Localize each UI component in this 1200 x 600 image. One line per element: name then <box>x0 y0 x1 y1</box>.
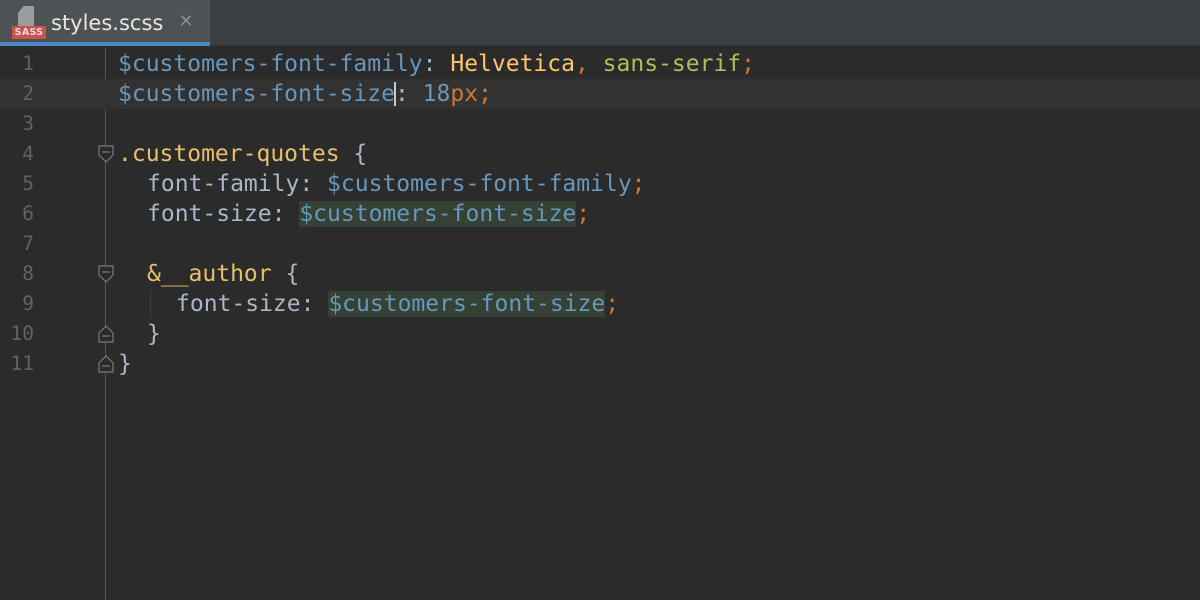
code-line[interactable]: 11} <box>0 349 1200 379</box>
line-number: 3 <box>22 112 34 135</box>
code-token: ; <box>741 51 756 77</box>
code-token: &__author <box>147 261 272 287</box>
line-number: 1 <box>22 52 34 75</box>
line-number: 2 <box>22 82 34 105</box>
code-line[interactable]: 8 &__author { <box>0 259 1200 289</box>
fold-end-icon[interactable] <box>97 324 115 344</box>
code-token: } <box>147 321 161 347</box>
indent-guide <box>150 289 151 319</box>
code-token: : <box>299 171 328 197</box>
line-code: &__author { <box>147 259 299 289</box>
code-token: font-size <box>176 291 301 317</box>
active-tab-indicator <box>0 42 210 46</box>
fold-end-icon[interactable] <box>97 354 115 374</box>
line-number: 7 <box>22 232 34 255</box>
code-token: { <box>339 141 368 167</box>
code-line[interactable]: 6 font-size: $customers-font-size; <box>0 199 1200 229</box>
line-code: } <box>147 319 161 349</box>
code-line[interactable]: 1 $customers-font-family: Helvetica, sans… <box>0 49 1200 79</box>
code-token: $customers-font-family <box>118 51 423 77</box>
line-number: 11 <box>10 352 34 375</box>
code-token: px <box>450 81 479 107</box>
code-token: $customers-font-size <box>299 201 577 227</box>
code-line[interactable]: 4 .customer-quotes { <box>0 139 1200 169</box>
code-token: 18 <box>422 81 451 107</box>
code-line[interactable]: 10} <box>0 319 1200 349</box>
code-token: sans-serif <box>602 51 742 77</box>
code-token: font-size <box>147 201 272 227</box>
code-token: ; <box>576 201 591 227</box>
code-line[interactable]: 7 <box>0 229 1200 259</box>
line-code: font-size: $customers-font-size; <box>176 289 619 319</box>
code-token: Helvetica <box>450 51 575 77</box>
line-code: .customer-quotes { <box>118 139 367 169</box>
line-number: 6 <box>22 202 34 225</box>
line-code: $customers-font-family: Helvetica, sans-… <box>118 49 755 79</box>
code-line[interactable]: 2 $customers-font-size: 18px; <box>0 79 1200 109</box>
close-icon[interactable]: ✕ <box>177 13 195 31</box>
line-number: 10 <box>10 322 34 345</box>
code-token: ; <box>605 291 620 317</box>
code-token: : <box>300 291 329 317</box>
line-number: 5 <box>22 172 34 195</box>
line-number: 8 <box>22 262 34 285</box>
tab-label: styles.scss <box>51 11 164 35</box>
code-line[interactable]: 3 <box>0 109 1200 139</box>
code-token: : <box>271 201 300 227</box>
code-token: , <box>574 51 603 77</box>
tab-styles-scss[interactable]: SASS styles.scss ✕ <box>0 0 210 46</box>
code-token: ; <box>478 81 492 107</box>
code-token: { <box>271 261 300 287</box>
code-token: : <box>394 81 423 107</box>
code-token: } <box>118 351 132 377</box>
code-line[interactable]: 5 font-family: $customers-font-family; <box>0 169 1200 199</box>
code-token: .customer-quotes <box>118 141 340 167</box>
line-code: font-size: $customers-font-size; <box>147 199 590 229</box>
sass-badge: SASS <box>12 26 46 39</box>
line-code: $customers-font-size: 18px; <box>118 79 492 109</box>
code-token: $customers-font-family <box>327 171 632 197</box>
fold-start-icon[interactable] <box>97 144 115 164</box>
file-page-icon <box>18 6 34 26</box>
line-code: font-family: $customers-font-family; <box>147 169 646 199</box>
code-token: $customers-font-size <box>118 81 395 107</box>
fold-start-icon[interactable] <box>97 264 115 284</box>
line-number: 9 <box>22 292 34 315</box>
code-line[interactable]: 9 font-size: $customers-font-size; <box>0 289 1200 319</box>
code-token: ; <box>631 171 646 197</box>
line-number: 4 <box>22 142 34 165</box>
code-token: font-family <box>147 171 300 197</box>
code-token: : <box>422 51 451 77</box>
sass-file-icon: SASS <box>12 6 46 40</box>
line-code: } <box>118 349 132 379</box>
code-editor[interactable]: 1 $customers-font-family: Helvetica, sans… <box>0 48 1200 600</box>
editor-tab-bar: SASS styles.scss ✕ <box>0 0 1200 46</box>
code-token: $customers-font-size <box>328 291 606 317</box>
